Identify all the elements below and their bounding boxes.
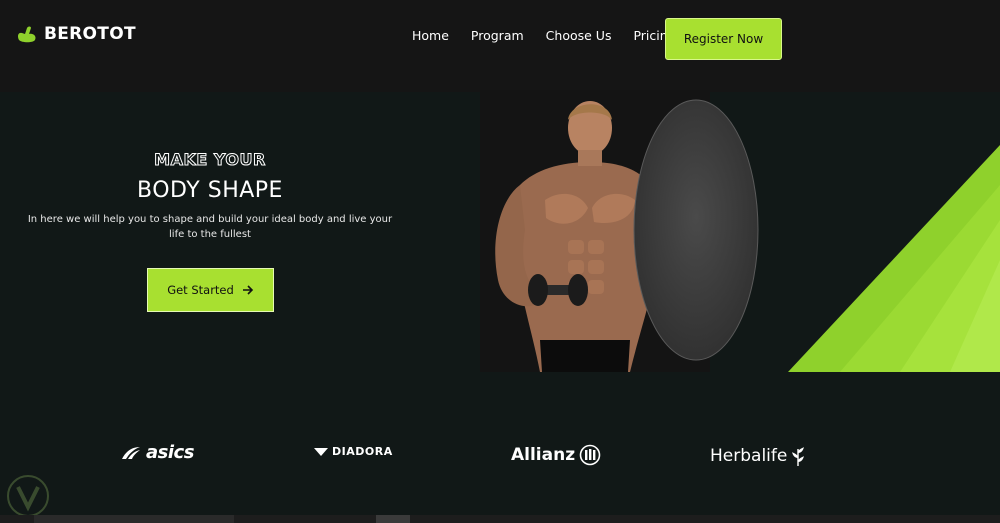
main-nav: Home Program Choose Us Pricing — [412, 28, 698, 43]
register-button[interactable]: Register Now — [665, 18, 782, 60]
nav-home[interactable]: Home — [412, 28, 449, 43]
get-started-button[interactable]: Get Started — [147, 268, 274, 312]
allianz-eagle-icon — [579, 444, 601, 466]
gray-oval-shape — [633, 99, 759, 361]
nav-program[interactable]: Program — [471, 28, 524, 43]
asics-text: asics — [146, 442, 194, 463]
logo-text: BEROTOT — [44, 24, 136, 44]
taskbar-item[interactable] — [34, 515, 234, 523]
logo[interactable]: BEROTOT — [16, 24, 136, 44]
hero-subtitle: MAKE YOUR — [154, 150, 266, 170]
get-started-label: Get Started — [167, 283, 234, 297]
nav-choose-us[interactable]: Choose Us — [546, 28, 612, 43]
brand-herbalife: Herbalife — [710, 445, 805, 467]
brand-diadora: DIADORA — [314, 445, 393, 458]
diadora-text: DIADORA — [332, 445, 393, 458]
brand-allianz: Allianz — [511, 444, 601, 466]
flexed-arm-icon — [18, 26, 36, 43]
site-header: BEROTOT Home Program Choose Us Pricing R… — [0, 0, 1000, 92]
allianz-text: Allianz — [511, 445, 576, 465]
herbalife-text: Herbalife — [710, 446, 788, 466]
hero-description: In here we will help you to shape and bu… — [27, 214, 393, 240]
diadora-arrow-icon — [314, 447, 328, 456]
taskbar-item[interactable] — [376, 515, 410, 523]
os-taskbar — [0, 515, 1000, 523]
hero-image-area — [480, 90, 1000, 375]
herbalife-leaf-icon — [792, 447, 805, 466]
brand-logos: asics DIADORA Allianz Herbalife — [0, 430, 1000, 480]
asics-stripes-icon — [122, 446, 140, 459]
brand-asics: asics — [120, 442, 194, 463]
arrow-right-icon — [242, 285, 253, 295]
hero-title: BODY SHAPE — [137, 178, 283, 203]
watermark-emblem-icon — [7, 475, 49, 517]
